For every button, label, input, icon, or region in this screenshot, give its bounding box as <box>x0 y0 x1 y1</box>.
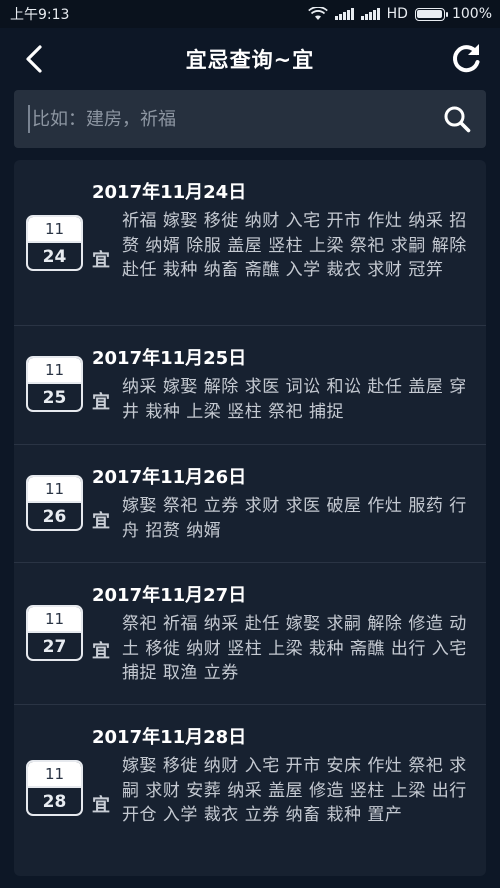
battery-percent: 100% <box>451 6 492 22</box>
calendar-month: 11 <box>28 607 81 631</box>
calendar-month: 11 <box>28 762 81 786</box>
calendar-icon: 11 24 <box>26 215 83 271</box>
text-cursor <box>28 105 30 133</box>
page-title: 宜忌查询~宜 <box>185 48 315 72</box>
calendar-icon: 11 25 <box>26 356 83 412</box>
list-item[interactable]: 2017年11月28日 11 28 宜 嫁娶 移徙 纳财 入宅 开市 安床 作灶… <box>14 705 486 876</box>
activities-text: 嫁娶 祭祀 立券 求财 求医 破屋 作灶 服药 行舟 招赘 纳婿 <box>122 496 467 541</box>
signal-icon <box>334 8 354 20</box>
calendar-month: 11 <box>28 477 81 501</box>
calendar-month: 11 <box>28 358 81 382</box>
list-item[interactable]: 2017年11月26日 11 26 宜 嫁娶 祭祀 立券 求财 求医 破屋 作灶… <box>14 445 486 563</box>
yi-label: 宜 <box>92 795 110 816</box>
item-date: 2017年11月25日 <box>92 348 247 369</box>
calendar-day: 27 <box>28 631 81 659</box>
yi-label: 宜 <box>92 511 110 532</box>
activities-text: 嫁娶 移徙 纳财 入宅 开市 安床 作灶 祭祀 求嗣 求财 安葬 纳采 盖屋 修… <box>122 756 467 825</box>
calendar-day: 28 <box>28 786 81 814</box>
status-time: 上午9:13 <box>10 7 70 23</box>
chevron-left-icon[interactable] <box>18 42 52 76</box>
battery-level <box>417 10 443 18</box>
activities-text: 纳采 嫁娶 解除 求医 词讼 和讼 赴任 盖屋 穿井 栽种 上梁 竖柱 祭祀 捕… <box>122 377 467 422</box>
item-date: 2017年11月24日 <box>92 182 247 203</box>
status-icons: HD 100% <box>307 6 492 22</box>
calendar-day: 25 <box>28 382 81 410</box>
item-date: 2017年11月28日 <box>92 727 247 748</box>
item-date: 2017年11月27日 <box>92 585 247 606</box>
refresh-icon[interactable] <box>448 40 484 76</box>
calendar-icon: 11 26 <box>26 475 83 531</box>
calendar-icon: 11 27 <box>26 605 83 661</box>
header: 宜忌查询~宜 <box>0 28 500 90</box>
search-bar <box>14 90 486 148</box>
yi-label: 宜 <box>92 392 110 413</box>
activities-text: 祭祀 祈福 纳采 赴任 嫁娶 求嗣 解除 修造 动土 移徙 纳财 竖柱 上梁 栽… <box>122 614 467 683</box>
result-list: 2017年11月24日 11 24 宜 祈福 嫁娶 移徙 纳财 入宅 开市 作灶… <box>14 160 486 876</box>
calendar-day: 24 <box>28 241 81 269</box>
yi-label: 宜 <box>92 250 110 271</box>
item-date: 2017年11月26日 <box>92 467 247 488</box>
calendar-month: 11 <box>28 217 81 241</box>
yi-label: 宜 <box>92 641 110 662</box>
search-icon[interactable] <box>428 90 486 148</box>
status-bar: 上午9:13 HD 100% <box>0 0 500 28</box>
search-input[interactable] <box>32 108 428 130</box>
list-item[interactable]: 2017年11月25日 11 25 宜 纳采 嫁娶 解除 求医 词讼 和讼 赴任… <box>14 326 486 445</box>
list-item[interactable]: 2017年11月24日 11 24 宜 祈福 嫁娶 移徙 纳财 入宅 开市 作灶… <box>14 160 486 326</box>
calendar-day: 26 <box>28 501 81 529</box>
list-item[interactable]: 2017年11月27日 11 27 宜 祭祀 祈福 纳采 赴任 嫁娶 求嗣 解除… <box>14 563 486 705</box>
wifi-icon <box>307 7 328 20</box>
network-type-label: HD <box>386 6 408 22</box>
calendar-icon: 11 28 <box>26 760 83 816</box>
signal-icon-2 <box>360 8 380 20</box>
activities-text: 祈福 嫁娶 移徙 纳财 入宅 开市 作灶 纳采 招赘 纳婿 除服 盖屋 竖柱 上… <box>122 211 467 280</box>
battery-icon <box>414 7 448 21</box>
